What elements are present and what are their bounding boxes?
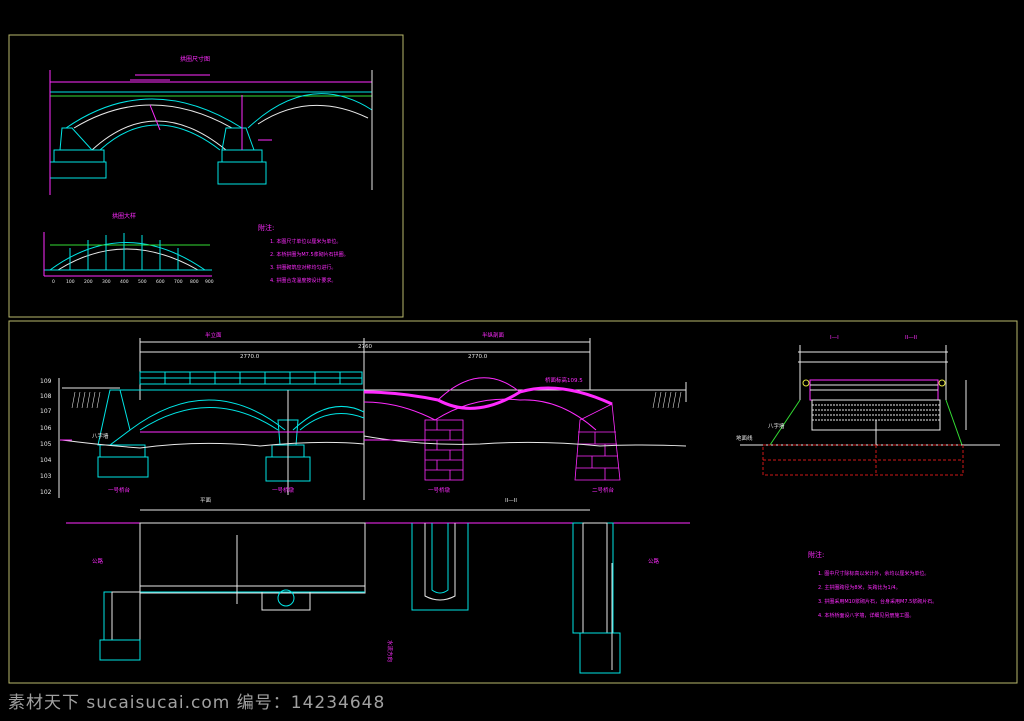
svg-text:一号桥台: 一号桥台 [108, 486, 131, 494]
svg-text:3. 拱圈砌筑应对称均匀进行。: 3. 拱圈砌筑应对称均匀进行。 [270, 264, 336, 271]
svg-text:600: 600 [156, 279, 165, 285]
svg-text:八字墙: 八字墙 [768, 422, 785, 430]
plan-title: 平面 [200, 497, 212, 504]
half-elevation-title: 半立面 [205, 331, 222, 339]
svg-text:900: 900 [205, 279, 214, 285]
brick-pier [424, 419, 464, 481]
section-1-title: I—I [830, 335, 839, 341]
svg-text:2. 本桥拱圈为M7.5浆砌片石拱圈。: 2. 本桥拱圈为M7.5浆砌片石拱圈。 [270, 251, 349, 258]
svg-text:100: 100 [66, 279, 75, 285]
brick-abutment [574, 403, 621, 481]
plan-view [66, 509, 690, 674]
svg-text:一号桥墩: 一号桥墩 [272, 486, 295, 494]
top-elevation-title: 拱圈尺寸图 [180, 55, 210, 63]
road-right: 公路 [648, 557, 660, 565]
main-notes: 附注: 1. 图中尺寸除标高以米计外，余均以厘米为单位。 2. 主拱圈跨径为8米… [808, 550, 937, 619]
section-2-title: II—II [905, 335, 917, 341]
svg-text:106: 106 [40, 425, 52, 432]
road-left: 公路 [92, 557, 104, 565]
top-arch-section: 拱圈大样 [43, 212, 212, 277]
top-notes-title: 附注: [258, 223, 274, 232]
svg-text:104: 104 [40, 457, 52, 464]
svg-text:2. 主拱圈跨径为8米，矢跨比为1/4。: 2. 主拱圈跨径为8米，矢跨比为1/4。 [818, 584, 901, 591]
watermark-bar: 素材天下 sucaisucai.com 编号：14234648 [0, 684, 1024, 721]
main-notes-title: 附注: [808, 550, 824, 559]
svg-text:107: 107 [40, 408, 52, 415]
svg-text:1. 图中尺寸除标高以米计外，余均以厘米为单位。: 1. 图中尺寸除标高以米计外，余均以厘米为单位。 [818, 570, 929, 577]
svg-text:八字墙: 八字墙 [92, 432, 109, 440]
svg-text:700: 700 [174, 279, 183, 285]
top-notes: 附注: 1. 本图尺寸单位以厘米为单位。 2. 本桥拱圈为M7.5浆砌片石拱圈。… [258, 223, 349, 284]
cross-section [740, 345, 1000, 476]
plan-labels: 平面 II—II 公路 公路 水流方向 [92, 497, 660, 662]
svg-text:500: 500 [138, 279, 147, 285]
plan-section-mark: II—II [505, 498, 517, 504]
watermark-text: 素材天下 sucaisucai.com 编号：14234648 [8, 693, 386, 713]
half-elevation [60, 338, 591, 500]
svg-text:0: 0 [52, 279, 55, 285]
svg-text:2770.0: 2770.0 [468, 354, 488, 360]
svg-text:800: 800 [190, 279, 199, 285]
top-panel-frame [8, 34, 404, 318]
svg-text:地面线: 地面线 [736, 434, 753, 442]
main-labels: 半立面 半纵剖面 2760 2770.0 2770.0 桥面标高109.5 八字… [92, 331, 615, 494]
svg-text:4. 拱圈合龙温度按设计要求。: 4. 拱圈合龙温度按设计要求。 [270, 277, 336, 284]
total-length: 2760 [358, 344, 372, 350]
svg-text:105: 105 [40, 441, 52, 448]
half-section [363, 377, 687, 481]
svg-text:400: 400 [120, 279, 129, 285]
top-scale-ticks: 0 100 200 300 400 500 600 700 800 900 [52, 279, 214, 285]
svg-text:4. 本桥桥面设八字墙，详细见另册施工图。: 4. 本桥桥面设八字墙，详细见另册施工图。 [818, 612, 914, 619]
svg-text:一号桥墩: 一号桥墩 [428, 486, 451, 494]
top-arch-elevation: 拱圈尺寸图 [49, 55, 373, 195]
cross-section-labels: I—I II—II 八字墙 地面线 [736, 335, 917, 442]
svg-text:200: 200 [84, 279, 93, 285]
svg-text:桥面标高109.5: 桥面标高109.5 [545, 376, 583, 384]
svg-text:1. 本图尺寸单位以厘米为单位。: 1. 本图尺寸单位以厘米为单位。 [270, 238, 341, 245]
top-section-title: 拱圈大样 [112, 212, 136, 220]
svg-text:102: 102 [40, 489, 52, 496]
svg-text:3. 拱圈采用M10浆砌片石，台身采用M7.5浆砌片石。: 3. 拱圈采用M10浆砌片石，台身采用M7.5浆砌片石。 [818, 598, 937, 605]
svg-text:108: 108 [40, 393, 52, 400]
svg-text:109: 109 [40, 378, 52, 385]
svg-text:300: 300 [102, 279, 111, 285]
svg-text:2770.0: 2770.0 [240, 354, 260, 360]
half-section-title: 半纵剖面 [482, 331, 505, 339]
cad-drawing-canvas: 拱圈尺寸图 拱圈大样 0 100 200 300 400 500 600 700… [8, 34, 1018, 684]
svg-text:二号桥台: 二号桥台 [592, 486, 615, 494]
flow-direction: 水流方向 [386, 640, 394, 662]
svg-text:103: 103 [40, 473, 52, 480]
elevation-scale: 109 108 107 106 105 104 103 102 [40, 378, 60, 498]
